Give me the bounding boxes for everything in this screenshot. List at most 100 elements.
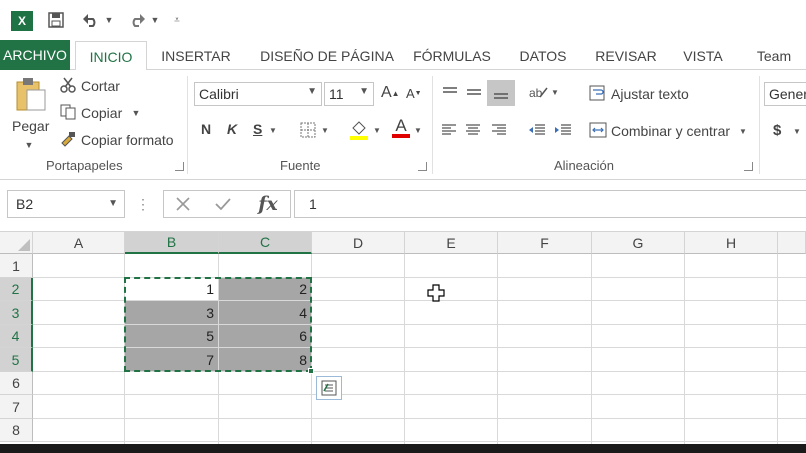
decrease-indent-icon[interactable] — [527, 122, 547, 138]
merge-center-icon — [588, 121, 608, 139]
insert-function-button[interactable]: fx — [254, 191, 282, 217]
group-separator — [759, 76, 760, 174]
tab-archivo[interactable]: ARCHIVO — [0, 40, 70, 70]
number-format-select[interactable]: Gener — [764, 82, 806, 106]
orientation-icon[interactable]: ab — [526, 82, 550, 102]
borders-icon[interactable] — [298, 120, 318, 140]
cut-button[interactable]: Cortar — [81, 78, 120, 94]
row-header-1[interactable]: 1 — [0, 254, 33, 278]
column-header-i[interactable] — [778, 232, 806, 254]
align-center-icon[interactable] — [464, 122, 482, 138]
row-header-3[interactable]: 3 — [0, 301, 33, 325]
column-header-h[interactable]: H — [685, 232, 778, 254]
redo-dropdown-icon[interactable]: ▼ — [150, 10, 160, 30]
tab-revisar[interactable]: REVISAR — [592, 41, 660, 70]
gridline — [33, 441, 806, 442]
font-size-select[interactable]: 11 ▼ — [324, 82, 374, 106]
font-color-button[interactable]: A — [392, 117, 410, 138]
cell-b4[interactable]: 5 — [125, 325, 218, 347]
worksheet-grid[interactable]: ABCDEFGH1234567812345678 — [0, 232, 806, 448]
fill-handle[interactable] — [308, 368, 314, 374]
paste-dropdown-icon[interactable]: ▼ — [24, 140, 34, 150]
column-header-f[interactable]: F — [498, 232, 592, 254]
paste-button[interactable]: Pegar — [12, 118, 49, 134]
tab-inicio[interactable]: INICIO — [75, 41, 147, 72]
paste-icon[interactable] — [14, 76, 48, 112]
undo-dropdown-icon[interactable]: ▼ — [104, 10, 114, 30]
cell-b5[interactable]: 7 — [125, 348, 218, 371]
column-header-b[interactable]: B — [125, 232, 219, 254]
cell-b3[interactable]: 3 — [125, 301, 218, 324]
underline-button[interactable]: S — [253, 121, 262, 137]
quick-analysis-icon[interactable] — [316, 376, 342, 400]
scissors-icon — [59, 76, 77, 94]
gridline — [33, 371, 806, 372]
customize-icon[interactable]: ⩡ — [170, 10, 184, 30]
currency-button[interactable]: $ — [773, 122, 781, 139]
clipboard-launcher-icon[interactable] — [175, 162, 184, 171]
redo-icon[interactable] — [126, 10, 148, 30]
column-header-e[interactable]: E — [405, 232, 498, 254]
cell-b2[interactable]: 1 — [125, 278, 218, 300]
align-bottom-icon[interactable] — [487, 80, 515, 106]
cell-c2[interactable]: 2 — [219, 278, 311, 300]
align-right-icon[interactable] — [490, 122, 508, 138]
copy-dropdown-icon[interactable]: ▼ — [131, 108, 141, 118]
font-name-select[interactable]: Calibri ▼ — [194, 82, 322, 106]
tab-formulas[interactable]: FÓRMULAS — [410, 41, 494, 70]
save-icon[interactable] — [46, 10, 66, 30]
column-header-a[interactable]: A — [33, 232, 125, 254]
cell-c3[interactable]: 4 — [219, 301, 311, 324]
merge-center-button[interactable]: Combinar y centrar — [611, 123, 730, 139]
tab-team[interactable]: Team — [752, 41, 796, 70]
cancel-icon[interactable] — [172, 193, 194, 215]
font-color-dropdown-icon[interactable]: ▼ — [413, 125, 423, 135]
row-header-8[interactable]: 8 — [0, 419, 33, 442]
cell-c4[interactable]: 6 — [219, 325, 311, 347]
row-header-7[interactable]: 7 — [0, 395, 33, 419]
row-header-4[interactable]: 4 — [0, 325, 33, 348]
column-header-c[interactable]: C — [219, 232, 312, 254]
font-launcher-icon[interactable] — [418, 162, 427, 171]
tab-insertar[interactable]: INSERTAR — [156, 41, 236, 70]
cell-c5[interactable]: 8 — [219, 348, 311, 371]
more-options-icon[interactable]: ⋮ — [136, 194, 150, 214]
formula-input[interactable]: 1 — [294, 190, 806, 218]
align-top-icon[interactable] — [440, 84, 460, 102]
orientation-dropdown-icon[interactable]: ▼ — [550, 87, 560, 97]
increase-indent-icon[interactable] — [553, 122, 573, 138]
format-painter-button[interactable]: Copiar formato — [81, 132, 174, 148]
copy-button[interactable]: Copiar — [81, 105, 122, 121]
tab-diseno-de-pagina[interactable]: DISEÑO DE PÁGINA — [252, 41, 402, 70]
chevron-down-icon: ▼ — [108, 198, 118, 209]
bold-button[interactable]: N — [201, 121, 211, 137]
alignment-launcher-icon[interactable] — [744, 162, 753, 171]
merge-dropdown-icon[interactable]: ▼ — [738, 126, 748, 136]
svg-text:ab: ab — [529, 86, 543, 100]
tab-vista[interactable]: VISTA — [680, 41, 726, 70]
column-header-g[interactable]: G — [592, 232, 685, 254]
row-header-6[interactable]: 6 — [0, 372, 33, 395]
shrink-font-button[interactable]: A ▼ — [406, 86, 422, 101]
select-all-corner[interactable] — [0, 232, 33, 254]
wrap-text-button[interactable]: Ajustar texto — [611, 86, 689, 102]
row-header-5[interactable]: 5 — [0, 348, 33, 372]
grow-font-button[interactable]: A ▲ — [381, 84, 400, 102]
align-left-icon[interactable] — [440, 122, 458, 138]
column-header-d[interactable]: D — [312, 232, 405, 254]
tab-datos[interactable]: DATOS — [514, 41, 572, 70]
shrink-font-label: A — [406, 86, 415, 101]
font-name-value: Calibri — [199, 86, 239, 102]
name-box[interactable]: B2 ▼ — [7, 190, 125, 218]
currency-dropdown-icon[interactable]: ▼ — [792, 126, 802, 136]
row-header-2[interactable]: 2 — [0, 278, 33, 301]
align-middle-icon[interactable] — [464, 84, 484, 102]
excel-icon[interactable]: X — [11, 11, 33, 31]
underline-dropdown-icon[interactable]: ▼ — [268, 125, 278, 135]
fill-color-icon[interactable] — [348, 118, 370, 142]
fill-color-dropdown-icon[interactable]: ▼ — [372, 125, 382, 135]
borders-dropdown-icon[interactable]: ▼ — [320, 125, 330, 135]
enter-icon[interactable] — [212, 193, 234, 215]
undo-icon[interactable] — [80, 10, 102, 30]
italic-button[interactable]: K — [227, 121, 237, 137]
